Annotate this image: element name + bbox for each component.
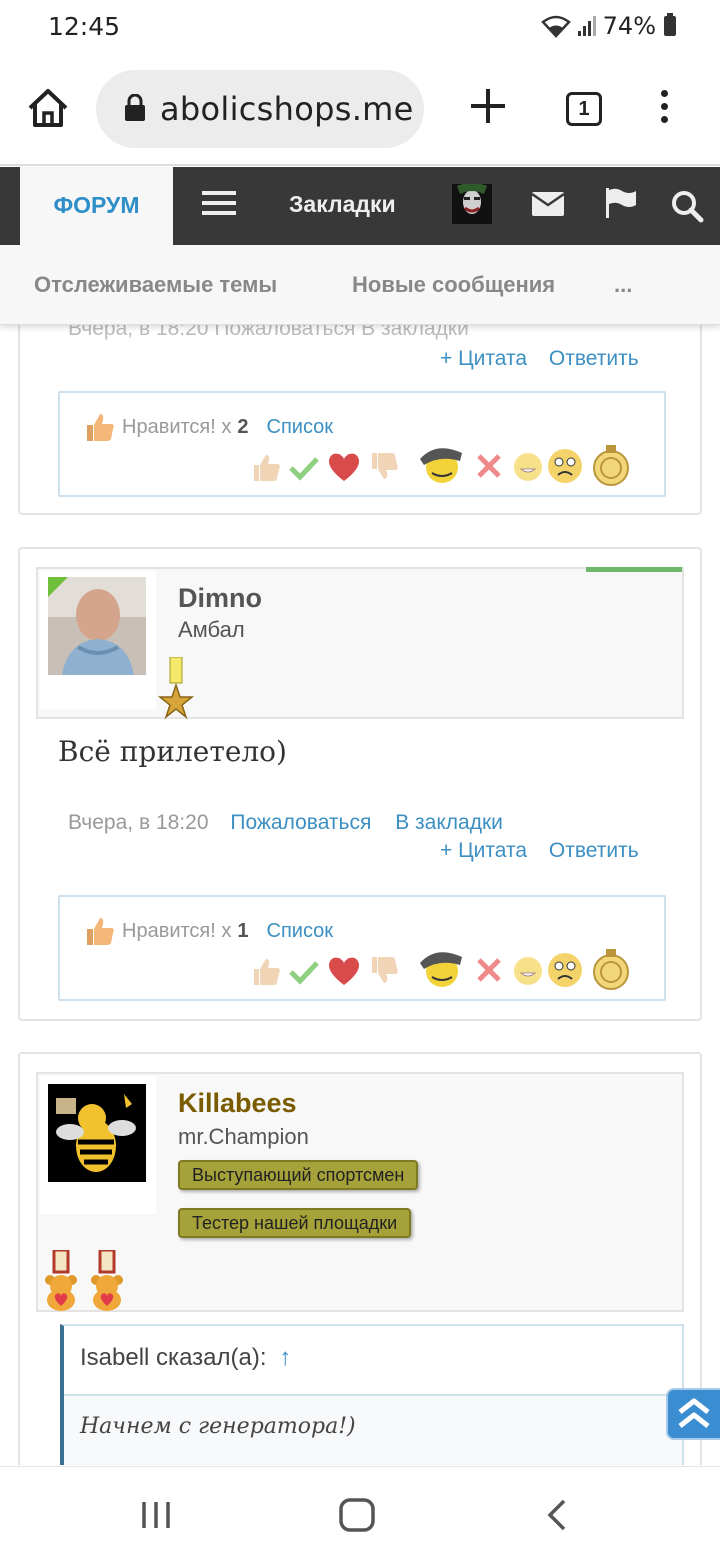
bookmark-link[interactable]: В закладки [395,811,503,834]
post-user-info: Dimno Амбал [36,567,684,719]
star-medal-icon [158,657,194,719]
likes-count: 2 [237,415,249,438]
report-link[interactable]: Пожаловаться [230,811,371,834]
agree-reaction-icon[interactable] [288,955,320,987]
link-watched-threads[interactable]: Отслеживаемые темы [34,272,277,298]
browser-toolbar: abolicshops.me 1 [0,56,720,166]
like-reaction-icon[interactable] [250,955,282,987]
user-title: mr.Champion [178,1124,309,1149]
likes-label: Нравится! х [122,919,232,942]
double-chevron-up-icon [678,1398,710,1428]
wifi-icon [540,15,571,38]
sad-reaction-icon[interactable] [546,447,584,485]
medal-reaction-icon[interactable] [592,445,630,487]
status-time: 12:45 [48,12,121,41]
reactions-bar [250,445,650,487]
post: Dimno Амбал Всё прилетело) Вчера, в 18:2… [18,547,702,1021]
tab-switcher-button[interactable]: 1 [566,92,602,126]
more-menu-icon[interactable] [656,90,672,130]
user-avatar[interactable] [48,1084,146,1182]
online-indicator [586,567,682,572]
battery-percent: 74% [602,12,656,40]
quote-button[interactable]: + Цитата [440,839,527,862]
user-title: Амбал [178,617,245,642]
forum-navbar: ФОРУМ Закладки [0,167,720,247]
home-icon[interactable] [26,86,70,130]
nav-bookmarks[interactable]: Закладки [289,191,396,218]
post-date[interactable]: Вчера, в 18:20 [68,811,209,834]
url-text: abolicshops.me [160,90,414,128]
quote-jump-link[interactable]: ↑ [279,1344,291,1371]
likes-list-link[interactable]: Список [267,920,334,943]
thumbs-up-icon [87,918,114,945]
hamburger-menu-icon[interactable] [202,191,236,219]
flag-icon[interactable] [604,187,638,219]
likes-box: Нравится! х 2 Список [58,391,666,497]
subnav-more[interactable]: ... [614,272,632,298]
thread-content: Вчера, в 18:20 Пожаловаться В закладки +… [0,325,720,1465]
post-user-info: Killabees mr.Champion Выступающий спортс… [36,1072,684,1312]
dislike-reaction-icon[interactable] [368,955,400,987]
user-badge: Выступающий спортсмен [178,1160,419,1190]
post-message: Всё прилетело) [58,735,287,768]
status-bar: 12:45 74% [0,0,720,56]
grin-reaction-icon[interactable] [512,955,544,987]
sub-navigation: Отслеживаемые темы Новые сообщения ... [0,245,720,325]
post-author[interactable]: Dimno [178,583,262,614]
new-tab-icon[interactable] [468,86,508,126]
likes-list-link[interactable]: Список [267,416,334,439]
dislike-reaction-icon[interactable] [368,451,400,483]
x-reaction-icon[interactable] [474,451,504,481]
medal-reaction-icon[interactable] [592,949,630,991]
battery-icon [664,13,676,36]
link-new-messages[interactable]: Новые сообщения [352,272,555,298]
reactions-bar [250,949,650,991]
lock-icon [125,94,145,121]
user-avatar[interactable] [452,184,492,224]
agree-reaction-icon[interactable] [288,451,320,483]
cap-smiley-icon[interactable] [416,947,466,989]
thumbs-up-icon [87,414,114,441]
x-reaction-icon[interactable] [474,955,504,985]
reply-button[interactable]: Ответить [549,347,639,370]
likes-label: Нравится! х [122,415,232,438]
post-author[interactable]: Killabees [178,1088,297,1119]
quote-author: Isabell сказал(а): [80,1344,267,1371]
address-bar[interactable]: abolicshops.me [96,70,424,148]
quote-text: Начнем с генератора!) [64,1396,682,1465]
post: Killabees mr.Champion Выступающий спортс… [18,1052,702,1465]
bear-medal-icon [91,1250,123,1311]
likes-count: 1 [237,919,249,942]
cap-smiley-icon[interactable] [416,443,466,485]
signal-icon [577,16,596,36]
bear-medal-icon [45,1250,77,1311]
like-reaction-icon[interactable] [250,451,282,483]
post: Вчера, в 18:20 Пожаловаться В закладки +… [18,325,702,515]
home-button-icon[interactable] [338,1497,376,1533]
system-navigation-bar [0,1466,720,1560]
quote-button[interactable]: + Цитата [440,347,527,370]
recent-apps-icon[interactable] [140,1500,172,1530]
post-meta-partial: Вчера, в 18:20 Пожаловаться В закладки [68,325,469,340]
online-badge-icon [48,577,68,597]
reply-button[interactable]: Ответить [549,839,639,862]
back-icon[interactable] [544,1498,570,1532]
mail-icon[interactable] [531,191,565,217]
sad-reaction-icon[interactable] [546,951,584,989]
likes-box: Нравится! х 1 Список [58,895,666,1001]
heart-reaction-icon[interactable] [326,451,362,483]
scroll-to-top-button[interactable] [666,1388,720,1440]
grin-reaction-icon[interactable] [512,451,544,483]
quote-block: Isabell сказал(а): ↑ Начнем с генератора… [60,1324,684,1465]
search-icon[interactable] [670,189,704,223]
tab-forum[interactable]: ФОРУМ [20,167,173,247]
heart-reaction-icon[interactable] [326,955,362,987]
user-badge: Тестер нашей площадки [178,1208,412,1238]
